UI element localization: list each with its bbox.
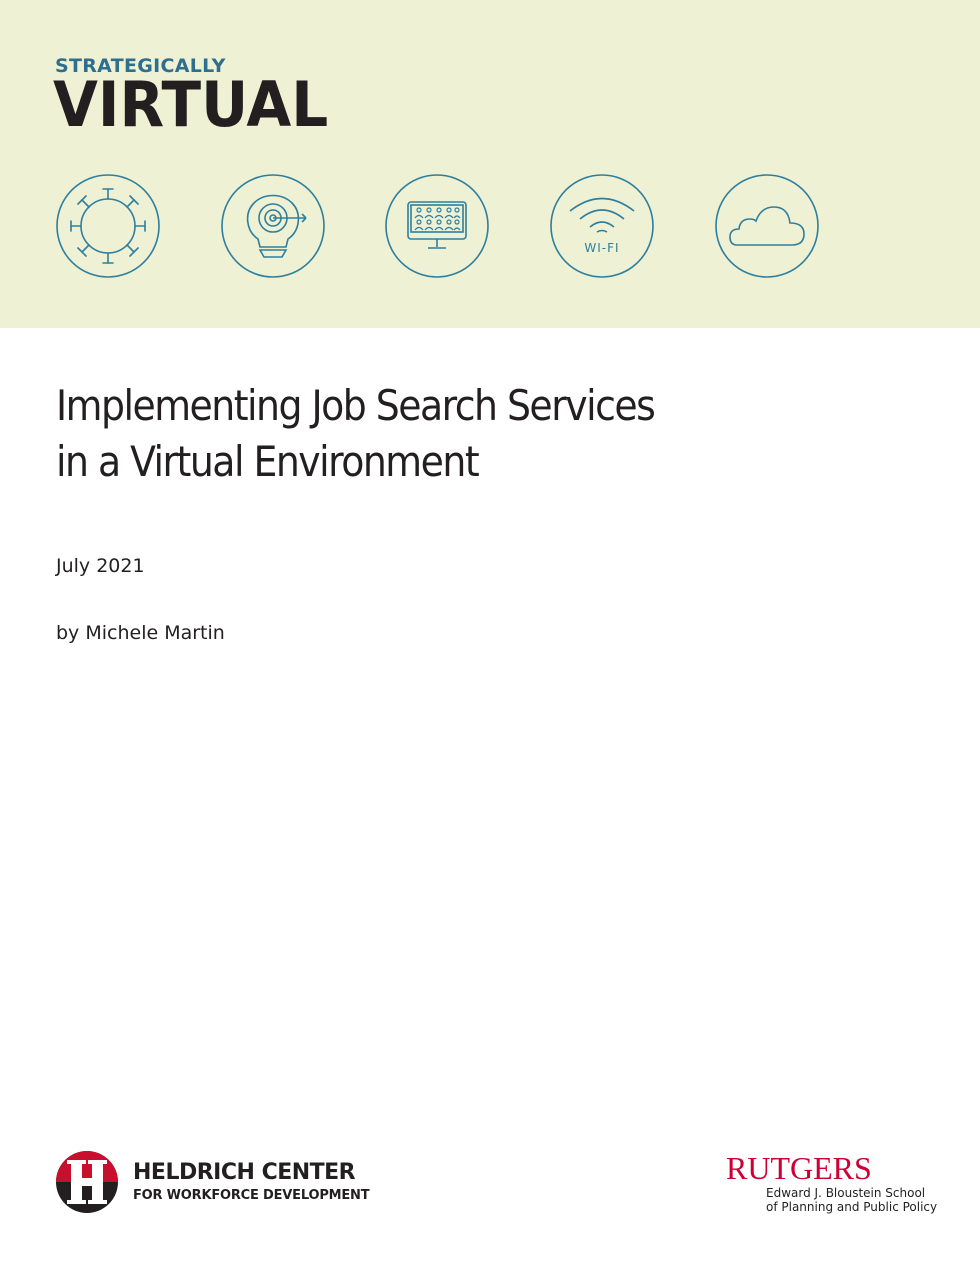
heldrich-name: HELDRICH CENTER bbox=[133, 1160, 356, 1185]
title-line-2: in a Virtual Environment bbox=[56, 437, 480, 486]
heldrich-center-logo: HELDRICH CENTER FOR WORKFORCE DEVELOPMEN… bbox=[55, 1150, 375, 1216]
title-line-1: Implementing Job Search Services bbox=[56, 381, 656, 430]
header-banner: STRATEGICALLY VIRTUAL WI-FI bbox=[0, 0, 980, 328]
cloud-icon bbox=[714, 173, 820, 279]
series-title: VIRTUAL bbox=[53, 67, 329, 142]
rutgers-wordmark: RUTGERS bbox=[726, 1150, 872, 1186]
heldrich-h-icon bbox=[56, 1151, 118, 1213]
monitor-meeting-icon bbox=[384, 173, 490, 279]
heldrich-subtitle: FOR WORKFORCE DEVELOPMENT bbox=[133, 1188, 370, 1203]
author-byline: by Michele Martin bbox=[56, 622, 225, 644]
document-title: Implementing Job Search Services in a Vi… bbox=[56, 378, 916, 490]
rutgers-school-line-2: of Planning and Public Policy bbox=[766, 1200, 938, 1214]
wifi-icon: WI-FI bbox=[549, 173, 655, 279]
wifi-label: WI-FI bbox=[584, 241, 620, 255]
rutgers-school-line-1: Edward J. Bloustein School bbox=[766, 1186, 926, 1200]
lightbulb-target-icon bbox=[220, 173, 326, 279]
virus-icon bbox=[55, 173, 161, 279]
rutgers-logo: RUTGERS Edward J. Bloustein School of Pl… bbox=[726, 1150, 946, 1220]
publication-date: July 2021 bbox=[56, 555, 145, 577]
